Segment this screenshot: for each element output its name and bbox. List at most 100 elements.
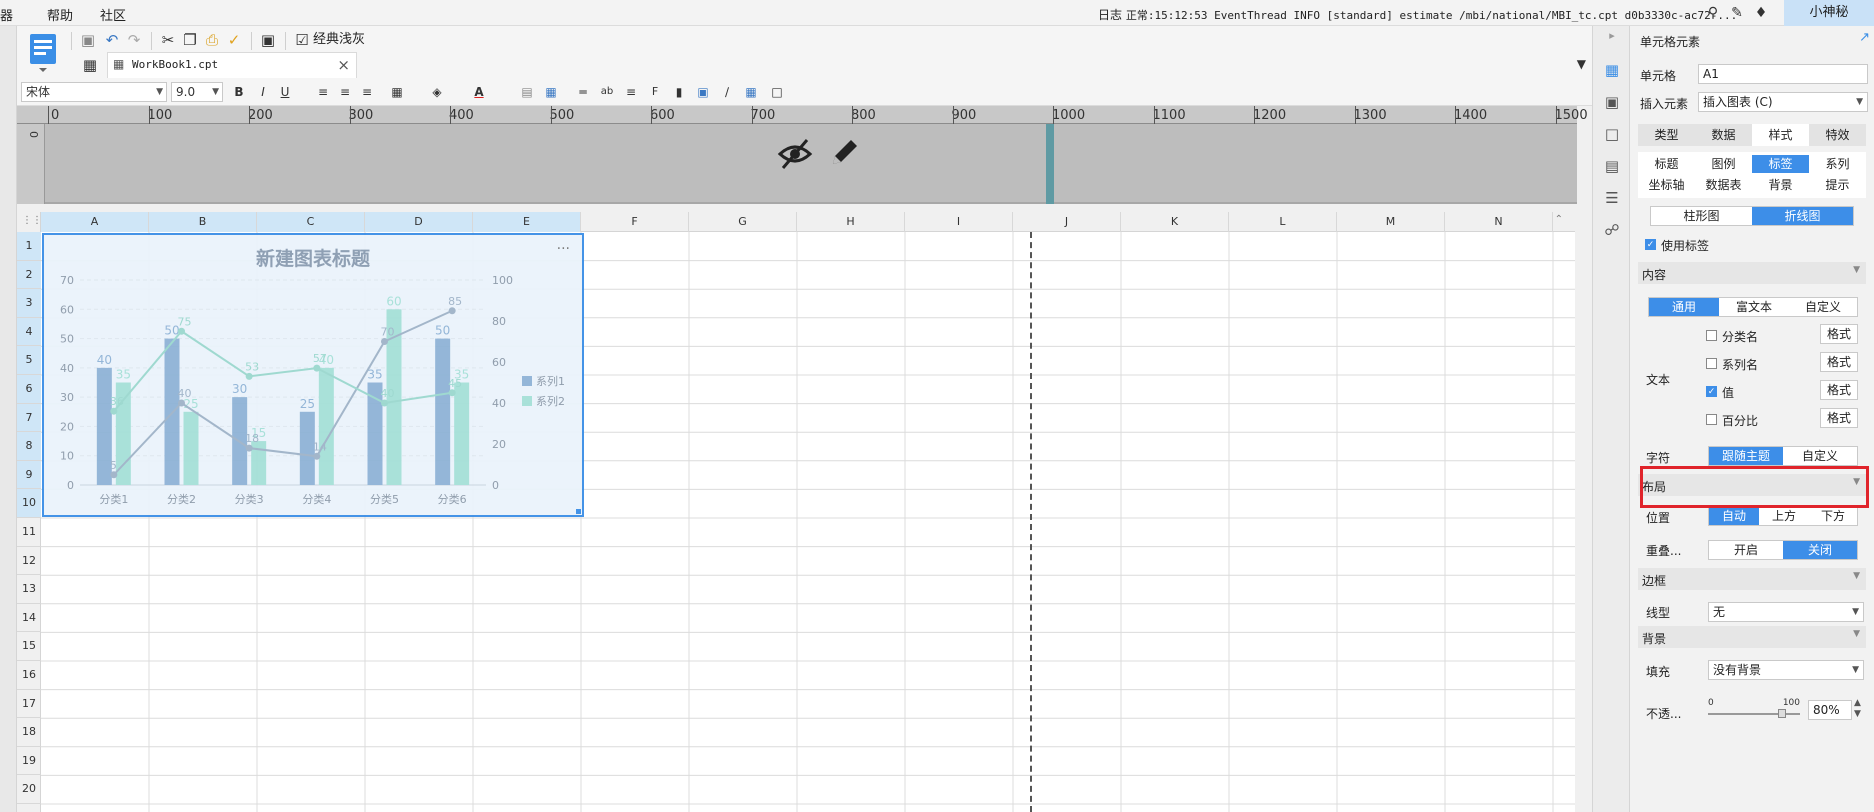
menu-help[interactable]: 帮助 [47,5,73,24]
row-header-cell[interactable]: 20 [17,775,41,804]
user-name[interactable]: 小神秘 [1784,0,1874,26]
position-top[interactable]: 上方 [1759,507,1809,525]
sheet-grid-icon[interactable]: ▦ [79,54,101,76]
column-header-cell[interactable]: H [797,212,905,232]
chart-type-bar[interactable]: 柱形图 [1651,207,1752,225]
template-icon[interactable] [25,30,61,74]
formula-icon[interactable]: F [645,82,665,102]
link-icon[interactable]: ═ [573,82,593,102]
scroll-up-icon[interactable]: ⌃ [1555,214,1563,225]
row-header-cell[interactable]: 7 [17,403,41,433]
undo-icon[interactable]: ↶ [101,29,123,51]
italic-icon[interactable]: I [253,82,273,102]
border-icon[interactable]: ▦ [387,82,407,102]
row-header-cell[interactable]: 13 [17,575,41,604]
column-header-cell[interactable]: D [365,212,473,232]
align-right-icon[interactable]: ≡ [357,82,377,102]
row-header-cell[interactable]: 12 [17,547,41,576]
overlap-on[interactable]: 开启 [1709,541,1783,559]
subtab-axis[interactable]: 坐标轴 [1638,176,1695,194]
condition-icon[interactable]: ☰ [1602,188,1622,208]
chart-point[interactable] [178,399,185,407]
pencil-icon[interactable] [827,136,861,170]
align-left-icon[interactable]: ≡ [313,82,333,102]
row-header-cell[interactable]: 15 [17,632,41,661]
log-area[interactable]: 日志 正常:15:12:53 EventThread INFO [standar… [1098,6,1737,23]
row-header-cell[interactable]: 10 [17,489,41,518]
collapse-arrow-icon[interactable]: ▸ [1602,26,1622,46]
text-icon[interactable]: ab [597,82,617,102]
notes-icon[interactable]: ✎ [1728,4,1746,22]
cell-element-icon[interactable]: ▦ [1602,60,1622,80]
content-section[interactable]: 内容 ▼ [1638,262,1866,284]
table-icon[interactable]: ▦ [541,82,561,102]
row-header-cell[interactable]: 2 [17,260,41,290]
copy-icon[interactable]: ❐ [179,29,201,51]
paragraph-icon[interactable]: ≡ [621,82,641,102]
bar-chart-icon[interactable]: ▮ [669,82,689,102]
chart-point[interactable] [381,338,388,345]
tab-workbook[interactable]: ▦ WorkBook1.cpt × [107,52,357,78]
merge-icon[interactable]: ▤ [517,82,537,102]
tab-data[interactable]: 数据 [1695,124,1752,146]
row-header-cell[interactable]: 9 [17,460,41,490]
value-format-button[interactable]: 格式 [1820,380,1858,400]
chart-bar[interactable] [454,382,470,486]
value-checkbox[interactable]: ✓ [1706,386,1717,397]
row-header-cell[interactable]: 1 [17,232,41,261]
subtab-label[interactable]: 标签 [1752,155,1809,173]
cut-icon[interactable]: ✂ [157,29,179,51]
page-boundary-marker[interactable] [1046,124,1054,204]
column-header-cell[interactable]: L [1229,212,1337,232]
slash-icon[interactable]: ∕ [717,82,737,102]
use-label-checkbox[interactable]: ✓ [1645,239,1656,250]
position-bottom[interactable]: 下方 [1809,507,1857,525]
float-element-icon[interactable]: □ [1602,124,1622,144]
background-section[interactable]: 背景 ▼ [1638,626,1866,648]
row-header-cell[interactable]: 14 [17,604,41,633]
column-header-cell[interactable]: E [473,212,581,232]
chart-point[interactable] [110,471,118,479]
percent-checkbox[interactable] [1706,414,1717,425]
chart-legend-swatch[interactable] [522,376,532,386]
tab-type[interactable]: 类型 [1638,124,1695,146]
border-section[interactable]: 边框 ▼ [1638,568,1866,590]
row-header-cell[interactable]: 17 [17,690,41,719]
subtab-legend[interactable]: 图例 [1695,155,1752,173]
position-auto[interactable]: 自动 [1709,507,1759,525]
spinner-icon[interactable]: ▲ ▼ [1854,698,1861,720]
paste-icon[interactable]: ⎙ [201,29,223,51]
font-color-icon[interactable]: A [469,82,489,102]
column-header-cell[interactable]: N [1445,212,1553,232]
char-follow-theme[interactable]: 跟随主题 [1709,447,1783,465]
subreport-icon[interactable]: ▦ [741,82,761,102]
subtab-title[interactable]: 标题 [1638,155,1695,173]
subtab-datasheet[interactable]: 数据表 [1695,176,1752,194]
chart-point[interactable] [448,389,456,397]
row-header-cell[interactable]: 3 [17,289,41,318]
content-tab-richtext[interactable]: 富文本 [1719,298,1789,316]
chart-legend-label[interactable]: 系列1 [536,374,565,388]
search-icon[interactable]: ⚲ [1704,4,1722,22]
tab-effect[interactable]: 特效 [1809,124,1866,146]
eye-off-icon[interactable] [777,136,813,172]
row-header-cell[interactable]: 18 [17,718,41,747]
row-header-cell[interactable]: 19 [17,747,41,776]
column-header-cell[interactable]: M [1337,212,1445,232]
menu-community[interactable]: 社区 [100,5,126,24]
chart-legend-swatch[interactable] [522,396,532,406]
row-header-cell[interactable]: 8 [17,432,41,461]
chart-point[interactable] [110,407,118,415]
redo-icon[interactable]: ↷ [123,29,145,51]
row-header-cell[interactable]: 5 [17,346,41,375]
chart-bar[interactable] [435,338,451,485]
row-header-cell[interactable]: 11 [17,518,41,547]
column-header-cell[interactable]: K [1121,212,1229,232]
linetype-select[interactable]: 无 ▼ [1708,602,1864,622]
close-icon[interactable]: × [337,56,350,74]
chart-bar[interactable] [183,411,199,485]
chart-point[interactable] [313,364,321,372]
content-tab-general[interactable]: 通用 [1649,298,1719,316]
font-family-select[interactable]: 宋体 ▼ [21,82,167,102]
bell-icon[interactable]: ♦ [1752,4,1770,22]
